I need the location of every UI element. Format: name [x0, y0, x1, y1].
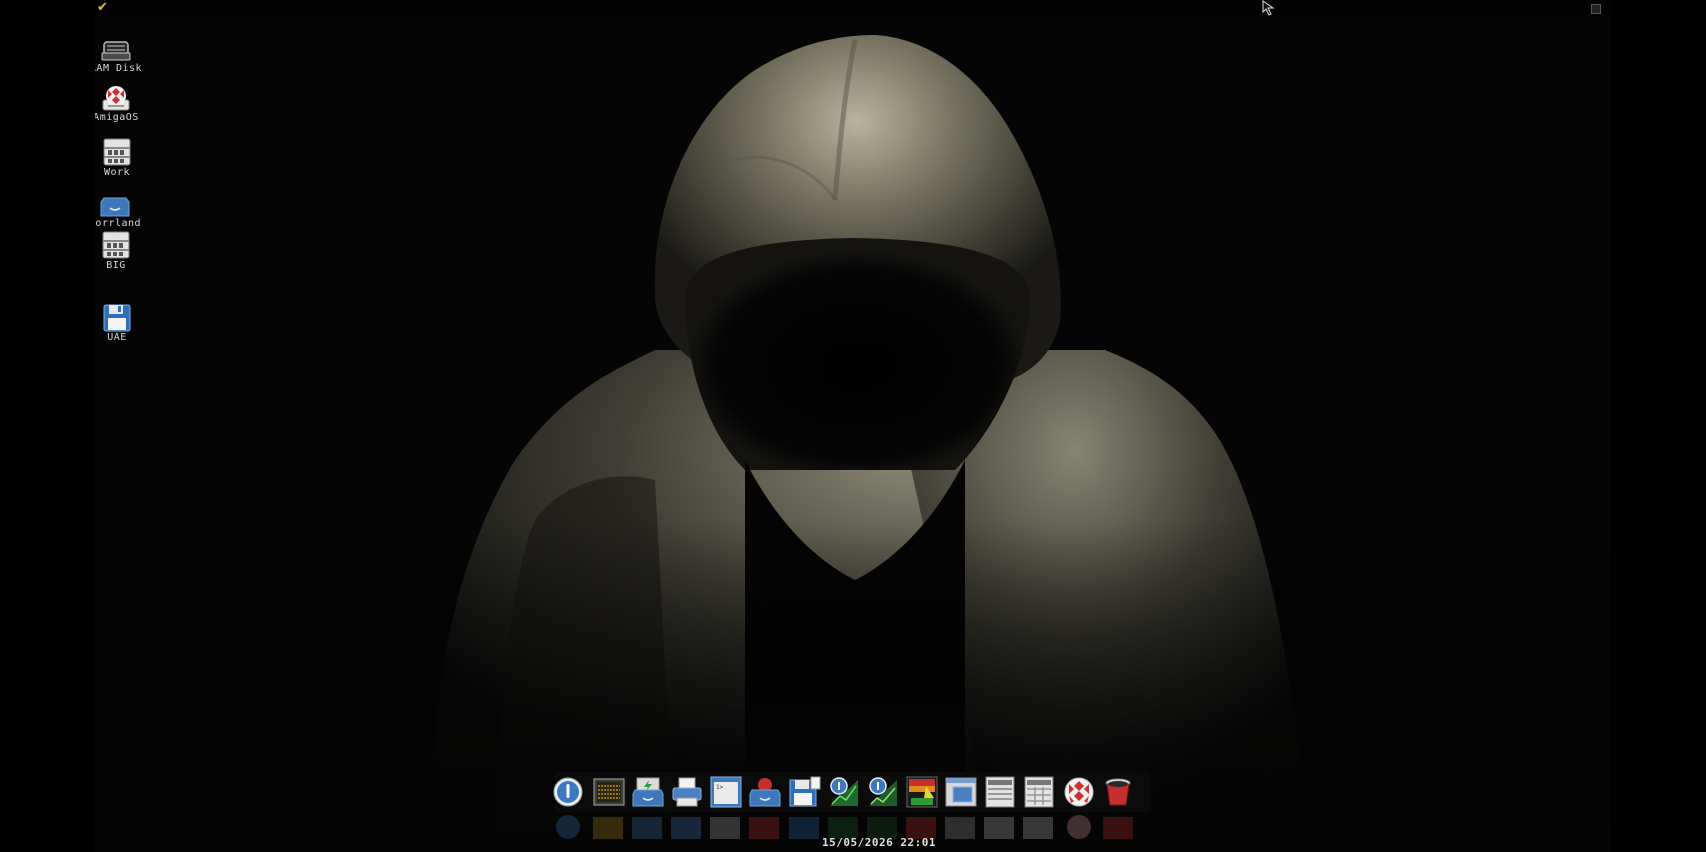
window-prefs-icon	[945, 777, 977, 807]
desktop-icon-label: Work	[103, 167, 131, 178]
desktop-icon-work[interactable]: Work	[95, 137, 147, 179]
dock-item[interactable]	[632, 776, 664, 808]
drawer-lightning-icon	[632, 777, 664, 807]
amidock-bar: 1>	[552, 772, 1151, 812]
desktop-icon-label: Norrland	[95, 218, 142, 229]
screen-depth-gadget-icon[interactable]	[1591, 4, 1601, 14]
dock-item[interactable]: 1>	[710, 776, 742, 808]
screen-titlebar: ✔	[95, 0, 1611, 17]
dock-item[interactable]	[1102, 776, 1134, 808]
harddisk-icon	[102, 231, 130, 259]
ram-disk-icon	[101, 41, 131, 61]
dock-item[interactable]	[749, 776, 781, 808]
dock-item[interactable]	[867, 776, 899, 808]
svg-text:1>: 1>	[716, 784, 724, 791]
paint-app-icon	[906, 776, 938, 808]
boing-ball-drive-icon	[102, 86, 130, 111]
trashcan-icon	[1105, 778, 1131, 806]
desktop-icon-amigaos[interactable]: AmigaOS	[95, 82, 146, 124]
cpu-monitor-icon	[593, 778, 625, 806]
shell-window-icon: 1>	[710, 776, 742, 808]
desktop-icon-label: AmigaOS	[95, 112, 139, 123]
printer-icon	[672, 777, 702, 807]
info-graph-icon	[869, 777, 897, 806]
dock-item[interactable]	[828, 776, 860, 808]
desktop-icon-ram-disk[interactable]: RAM Disk	[95, 33, 146, 75]
workbench-screen: ✔ RAM Disk AmigaOS Work orrland BIG UAE …	[95, 0, 1611, 852]
checkmark-icon[interactable]: ✔	[97, 0, 108, 16]
desktop-icon-uae[interactable]: UAE	[95, 302, 147, 344]
desktop-icon-label: BIG	[106, 260, 126, 271]
dock-item[interactable]	[593, 776, 625, 808]
info-chart-icon	[830, 777, 858, 806]
floppy-disk-icon	[103, 304, 131, 332]
desktop-icon-label: UAE	[107, 332, 127, 343]
cabinet-icon	[985, 776, 1015, 808]
boing-ball-icon	[1064, 777, 1094, 807]
clock-date-time: 15/05/2026 22:01	[822, 836, 936, 849]
hooded-figure-wallpaper	[95, 0, 1611, 852]
drawer-boing-icon	[749, 778, 781, 807]
desktop-icon-label: RAM Disk	[95, 63, 143, 74]
dock-item[interactable]	[552, 776, 584, 808]
info-button-icon	[553, 777, 583, 807]
desktop-icon-norrland[interactable]: Norrland	[95, 197, 145, 230]
dock-item[interactable]	[789, 776, 821, 808]
mouse-pointer-icon	[1262, 0, 1275, 16]
drawer-icon	[100, 197, 130, 217]
dock-item[interactable]	[1023, 776, 1055, 808]
dock-item[interactable]	[984, 776, 1016, 808]
dock-item[interactable]	[671, 776, 703, 808]
dock-item[interactable]	[945, 776, 977, 808]
disk-save-icon	[789, 776, 821, 807]
harddisk-icon	[103, 138, 131, 166]
desktop-icon-big[interactable]: BIG	[95, 230, 146, 272]
cabinet-grid-icon	[1024, 776, 1054, 808]
dock-item[interactable]	[906, 776, 938, 808]
dock-item[interactable]	[1063, 776, 1095, 808]
